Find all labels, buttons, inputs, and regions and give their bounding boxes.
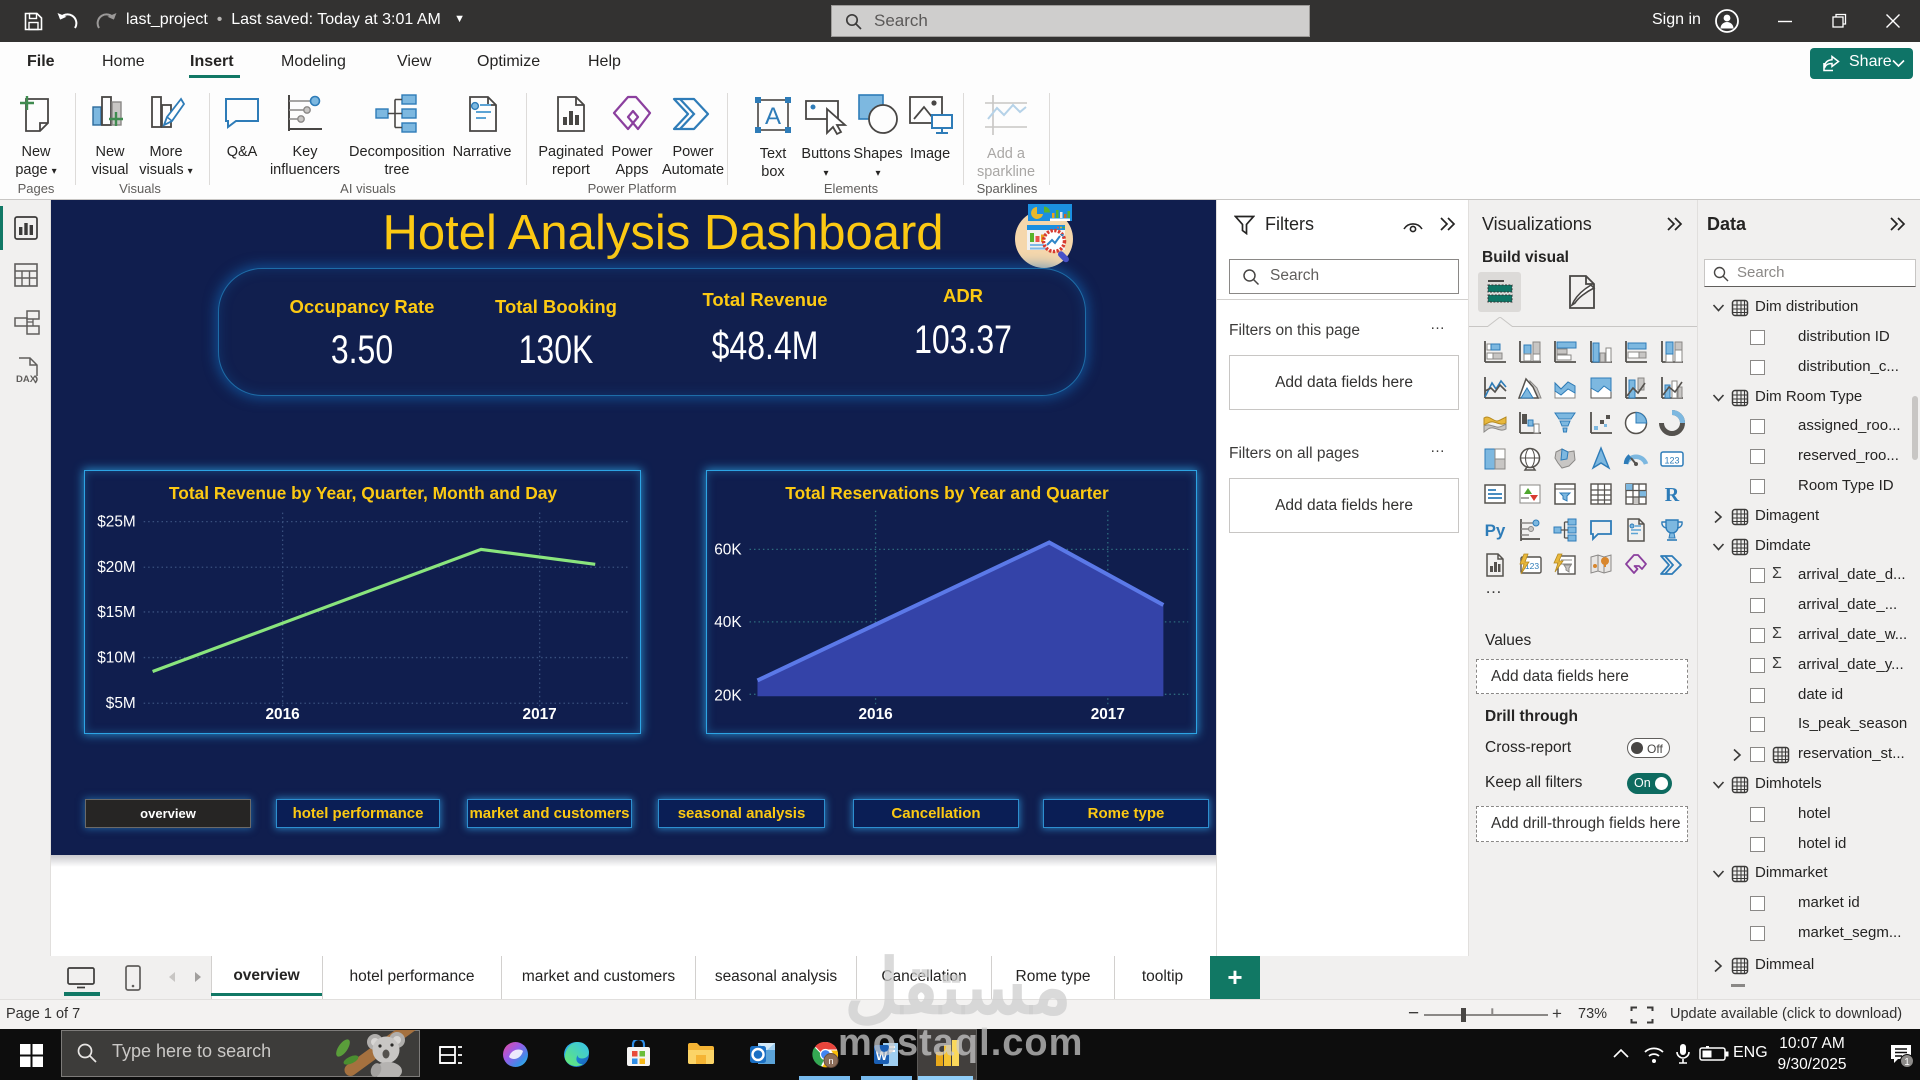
svg-text:$20M: $20M xyxy=(97,559,135,576)
svg-text:$5M: $5M xyxy=(106,695,136,712)
svg-text:123: 123 xyxy=(1664,456,1679,466)
svg-text:R: R xyxy=(1665,484,1680,506)
svg-text:1: 1 xyxy=(1904,1057,1910,1068)
svg-text:2016: 2016 xyxy=(266,706,300,723)
svg-text:2016: 2016 xyxy=(858,706,892,723)
svg-text:$15M: $15M xyxy=(97,604,135,621)
svg-text:Total Reservations by Year and: Total Reservations by Year and Quarter xyxy=(785,483,1109,503)
svg-text:DAX: DAX xyxy=(16,374,37,385)
svg-text:60K: 60K xyxy=(714,541,742,558)
svg-text:$10M: $10M xyxy=(97,650,135,667)
svg-text:2017: 2017 xyxy=(1091,706,1125,723)
svg-text:A: A xyxy=(765,103,781,130)
svg-text:n: n xyxy=(828,1056,833,1066)
svg-text:$25M: $25M xyxy=(97,514,135,531)
svg-text:Py: Py xyxy=(1485,521,1506,540)
svg-text:2017: 2017 xyxy=(523,706,557,723)
svg-text:40K: 40K xyxy=(714,614,742,631)
svg-text:20K: 20K xyxy=(714,687,742,704)
svg-text:Total Revenue by Year, Quarter: Total Revenue by Year, Quarter, Month an… xyxy=(169,483,557,503)
